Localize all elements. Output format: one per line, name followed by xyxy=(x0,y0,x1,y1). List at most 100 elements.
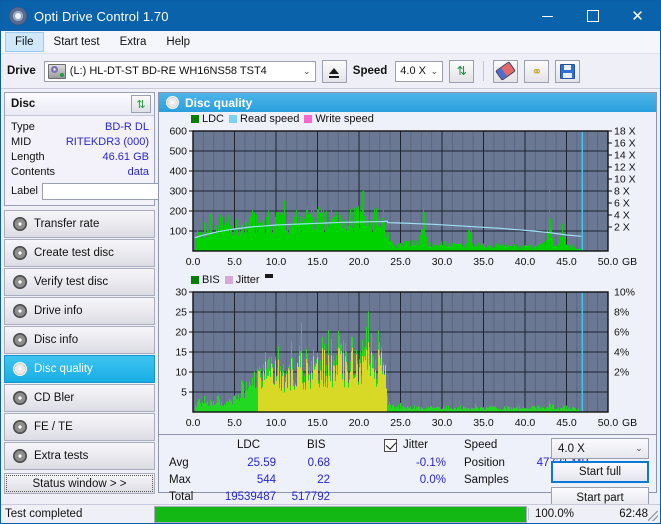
drive-label: Drive xyxy=(7,65,36,77)
disc-icon xyxy=(13,420,27,434)
window-controls: ✕ xyxy=(525,1,660,31)
sidebar-item-label: Disc quality xyxy=(34,363,93,375)
erase-button[interactable] xyxy=(493,59,519,83)
disc-row-key: Length xyxy=(11,150,45,163)
legend-label: BIS xyxy=(202,273,220,286)
svg-text:25.0: 25.0 xyxy=(390,256,411,268)
save-button[interactable] xyxy=(555,59,581,83)
stats-row-key-total: Total xyxy=(169,491,194,503)
svg-text:10.0: 10.0 xyxy=(266,417,287,429)
svg-text:8 X: 8 X xyxy=(614,186,630,198)
legend-item-bis: BIS xyxy=(191,274,220,286)
svg-text:30.0: 30.0 xyxy=(432,256,453,268)
svg-text:300: 300 xyxy=(169,186,187,198)
start-full-button[interactable]: Start full xyxy=(551,461,649,483)
refresh-button[interactable]: ⇅ xyxy=(449,59,475,83)
stats-col-ldc: LDC xyxy=(237,439,261,451)
svg-text:4%: 4% xyxy=(614,347,629,359)
progress-percent: 100.0% xyxy=(528,508,594,520)
svg-text:40.0: 40.0 xyxy=(515,417,536,429)
body: Disc ⇅ Type BD-R DL MID RITEKDR3 (000) L… xyxy=(1,89,660,509)
minimize-button[interactable] xyxy=(525,1,570,31)
application-window: Opti Drive Control 1.70 ✕ File Start tes… xyxy=(0,0,661,524)
jitter-checkbox[interactable] xyxy=(384,439,397,452)
save-icon xyxy=(560,63,576,79)
svg-text:200: 200 xyxy=(169,206,187,218)
stats-total-ldc: 19539487 xyxy=(224,491,276,503)
speed-select[interactable]: 4.0 X ⌄ xyxy=(395,60,444,82)
svg-text:20.0: 20.0 xyxy=(349,417,370,429)
disc-icon xyxy=(166,96,179,109)
disc-icon xyxy=(13,362,27,376)
legend-item-read-speed: Read speed xyxy=(229,113,299,125)
svg-text:5: 5 xyxy=(181,387,187,399)
main-panel: Disc quality LDC Read speed Write speed … xyxy=(158,89,660,509)
svg-text:5.0: 5.0 xyxy=(227,417,242,429)
drive-icon xyxy=(47,63,66,79)
ldc-plot: 600 500 400 300 200 100 18 X 16 X 14 X 12 X 10 X8 … xyxy=(159,125,656,273)
disc-info-header: Disc ⇅ xyxy=(5,93,154,116)
stats-avg-jitter: -0.1% xyxy=(415,457,446,469)
maximize-button[interactable] xyxy=(570,1,615,31)
eject-button[interactable] xyxy=(321,59,347,83)
svg-text:500: 500 xyxy=(169,146,187,158)
sidebar-item-verify-test-disc[interactable]: Verify test disc xyxy=(4,268,155,296)
close-icon[interactable]: ✕ xyxy=(615,1,660,31)
eraser-icon xyxy=(495,61,517,81)
menu-item-start-test[interactable]: Start test xyxy=(44,32,110,52)
legend-item-ldc: LDC xyxy=(191,113,224,125)
sidebar-item-drive-info[interactable]: Drive info xyxy=(4,297,155,325)
drive-select[interactable]: (L:) HL-DT-ST BD-RE WH16NS58 TST4 ⌄ xyxy=(43,60,316,82)
legend-swatch xyxy=(191,275,199,284)
status-window-button[interactable]: Status window > > xyxy=(4,473,155,494)
chevron-down-icon: ⌄ xyxy=(303,65,311,76)
sidebar-item-label: Disc info xyxy=(34,334,79,346)
svg-text:2 X: 2 X xyxy=(614,222,630,234)
test-speed-select[interactable]: 4.0 X ⌄ xyxy=(551,438,649,459)
sidebar-item-label: Transfer rate xyxy=(34,218,100,230)
svg-text:10: 10 xyxy=(175,367,187,379)
sidebar-item-label: CD Bler xyxy=(34,392,75,404)
position-stat-label: Position xyxy=(464,457,505,469)
disc-row-contents: Contents data xyxy=(11,164,149,179)
stats-avg-ldc: 25.59 xyxy=(247,457,276,469)
nav-list: Transfer rate Create test disc Verify te… xyxy=(4,210,155,470)
disc-refresh-button[interactable]: ⇅ xyxy=(131,95,151,113)
legend-swatch xyxy=(224,275,233,284)
stats-max-ldc: 544 xyxy=(256,474,276,486)
menu-item-file[interactable]: File xyxy=(5,32,44,52)
svg-text:6%: 6% xyxy=(614,327,629,339)
disc-label-key: Label xyxy=(11,185,38,197)
sidebar-item-extra-tests[interactable]: Extra tests xyxy=(4,442,155,470)
resize-grip-icon[interactable] xyxy=(648,511,658,521)
sidebar-item-disc-info[interactable]: Disc info xyxy=(4,326,155,354)
disc-row-key: Type xyxy=(11,120,35,133)
disc-row-value: 46.61 GB xyxy=(102,150,149,163)
svg-text:20: 20 xyxy=(175,327,187,339)
svg-text:8%: 8% xyxy=(614,307,629,319)
disc-row-mid: MID RITEKDR3 (000) xyxy=(11,134,149,149)
sidebar-item-transfer-rate[interactable]: Transfer rate xyxy=(4,210,155,238)
charts-area: LDC Read speed Write speed 600 500 400 3… xyxy=(159,112,656,434)
menu-item-extra[interactable]: Extra xyxy=(110,32,157,52)
sidebar-item-fe-te[interactable]: FE / TE xyxy=(4,413,155,441)
bis-chart-legend: BIS Jitter xyxy=(159,273,656,286)
menu-item-help[interactable]: Help xyxy=(156,32,200,52)
svg-text:12 X: 12 X xyxy=(614,162,636,174)
progress-fill xyxy=(155,506,526,522)
svg-text:4 X: 4 X xyxy=(614,210,630,222)
disc-icon xyxy=(13,217,27,231)
sidebar-item-label: Verify test disc xyxy=(34,276,109,288)
svg-text:15.0: 15.0 xyxy=(307,417,328,429)
sidebar-item-cd-bler[interactable]: CD Bler xyxy=(4,384,155,412)
svg-text:18 X: 18 X xyxy=(614,126,636,138)
bis-jitter-chart: BIS Jitter 30 25 20 15 10 5 10% 8% 6% 4% 2% 0.0 5.0 1… xyxy=(159,273,656,434)
sidebar-item-create-test-disc[interactable]: Create test disc xyxy=(4,239,155,267)
settings-button[interactable]: ⚭ xyxy=(524,59,550,83)
speed-select-value: 4.0 X xyxy=(400,65,426,77)
svg-text:400: 400 xyxy=(169,166,187,178)
sidebar-item-disc-quality[interactable]: Disc quality xyxy=(4,355,155,383)
speed-stat-label: Speed xyxy=(464,439,498,451)
sidebar-item-label: Create test disc xyxy=(34,247,114,259)
svg-text:15: 15 xyxy=(175,347,187,359)
